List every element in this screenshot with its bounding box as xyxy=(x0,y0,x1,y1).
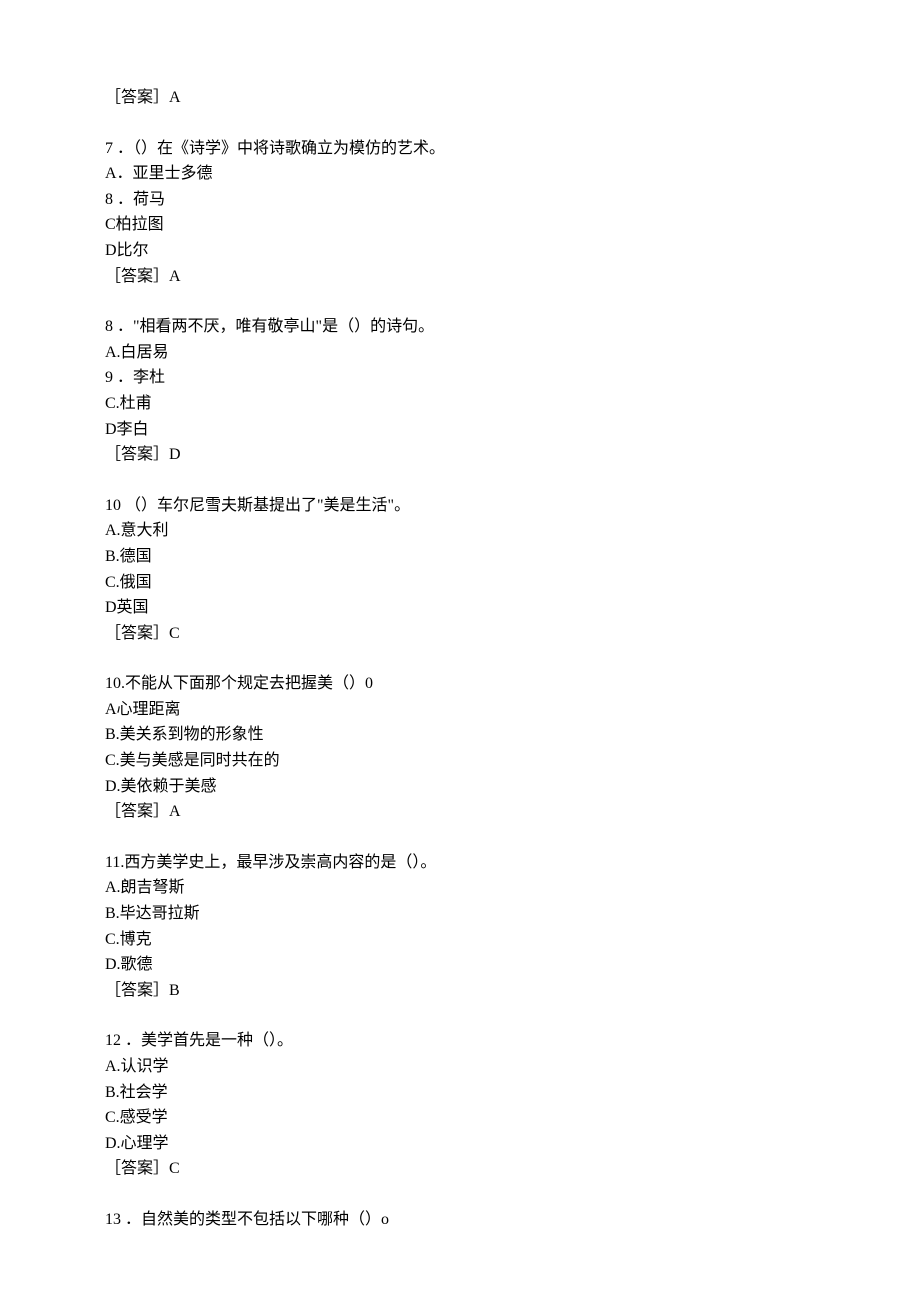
question-stem: 7 ．（）在《诗学》中将诗歌确立为模仿的艺术。 xyxy=(105,136,920,162)
spacer xyxy=(105,646,920,671)
question-option: A心理距离 xyxy=(105,697,920,723)
question-option: C.感受学 xyxy=(105,1105,920,1131)
question-stem: 10 （）车尔尼雪夫斯基提出了"美是生活"。 xyxy=(105,493,920,519)
question-answer: ［答案］A xyxy=(105,264,920,290)
question-option: B.德国 xyxy=(105,544,920,570)
question-text: （）车尔尼雪夫斯基提出了"美是生活"。 xyxy=(125,497,410,514)
spacer xyxy=(105,111,920,136)
question-option: C.博克 xyxy=(105,927,920,953)
question-option: 9 ．李杜 xyxy=(105,365,920,391)
question-option: C.美与美感是同时共在的 xyxy=(105,748,920,774)
question-answer: ［答案］B xyxy=(105,978,920,1004)
question-answer: ［答案］C xyxy=(105,621,920,647)
question-text: 西方美学史上，最早涉及崇高内容的是（）。 xyxy=(124,854,436,871)
question-option: D.心理学 xyxy=(105,1131,920,1157)
question-answer: ［答案］A xyxy=(105,799,920,825)
question-number: 7 ． xyxy=(105,140,133,157)
question-option: A.意大利 xyxy=(105,518,920,544)
question-number: 12 ． xyxy=(105,1032,141,1049)
question-option: D.歌德 xyxy=(105,952,920,978)
question-stem: 11.西方美学史上，最早涉及崇高内容的是（）。 xyxy=(105,850,920,876)
question-option: A.认识学 xyxy=(105,1054,920,1080)
spacer xyxy=(105,1003,920,1028)
question-text: （）在《诗学》中将诗歌确立为模仿的艺术。 xyxy=(133,140,445,157)
question-number: 11. xyxy=(105,854,124,871)
question-option: B.社会学 xyxy=(105,1080,920,1106)
question-text: 不能从下面那个规定去把握美（）0 xyxy=(125,675,373,692)
question-answer: ［答案］C xyxy=(105,1156,920,1182)
question-stem: 8 ．"相看两不厌，唯有敬亭山"是（）的诗句。 xyxy=(105,314,920,340)
question-stem: 13 ．自然美的类型不包括以下哪种（）o xyxy=(105,1207,920,1233)
question-option: C柏拉图 xyxy=(105,212,920,238)
question-option: A．亚里士多德 xyxy=(105,161,920,187)
question-text: 美学首先是一种（）。 xyxy=(141,1032,293,1049)
spacer xyxy=(105,289,920,314)
question-stem: 12 ．美学首先是一种（）。 xyxy=(105,1028,920,1054)
question-option: A.白居易 xyxy=(105,340,920,366)
question-stem: 10.不能从下面那个规定去把握美（）0 xyxy=(105,671,920,697)
question-number: 10 xyxy=(105,497,125,514)
question-option: D.美依赖于美感 xyxy=(105,774,920,800)
question-option: C.杜甫 xyxy=(105,391,920,417)
question-option: 8 ．荷马 xyxy=(105,187,920,213)
question-number: 10. xyxy=(105,675,125,692)
top-answer: ［答案］A xyxy=(105,85,920,111)
question-option: C.俄国 xyxy=(105,570,920,596)
question-option: B.毕达哥拉斯 xyxy=(105,901,920,927)
spacer xyxy=(105,1182,920,1207)
question-option: D比尔 xyxy=(105,238,920,264)
spacer xyxy=(105,825,920,850)
question-option: D英国 xyxy=(105,595,920,621)
spacer xyxy=(105,468,920,493)
question-option: A.朗吉弩斯 xyxy=(105,875,920,901)
question-option: B.美关系到物的形象性 xyxy=(105,722,920,748)
question-text: "相看两不厌，唯有敬亭山"是（）的诗句。 xyxy=(133,318,434,335)
question-answer: ［答案］D xyxy=(105,442,920,468)
question-text: 自然美的类型不包括以下哪种（）o xyxy=(141,1211,389,1228)
question-option: D李白 xyxy=(105,417,920,443)
question-number: 8 ． xyxy=(105,318,133,335)
question-number: 13 ． xyxy=(105,1211,141,1228)
